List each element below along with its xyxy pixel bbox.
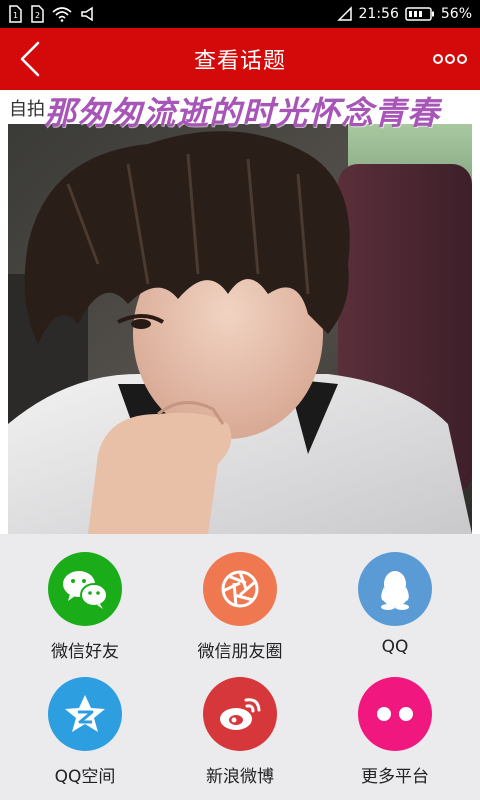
signal-icon xyxy=(336,6,353,22)
more-options-button[interactable] xyxy=(432,44,468,74)
app-header: 查看话题 xyxy=(0,28,480,90)
topic-photo[interactable] xyxy=(8,124,472,534)
sim-card-icon: 1 xyxy=(8,5,22,23)
share-panel: 微信好友 微信朋友圈 QQ QQ空间 新浪微博 更多平台 xyxy=(0,534,480,800)
wechat-moments-icon xyxy=(203,552,277,626)
chevron-left-icon xyxy=(20,41,40,77)
sim-card-2-icon: 2 xyxy=(30,5,44,23)
qq-icon xyxy=(358,552,432,626)
wechat-icon xyxy=(48,552,122,626)
share-label: 更多平台 xyxy=(361,767,429,787)
topic-content: 自拍 那匆匆流逝的时光怀念青春 xyxy=(0,90,480,534)
weibo-icon xyxy=(203,677,277,751)
page-title: 查看话题 xyxy=(193,49,286,74)
share-weibo[interactable]: 新浪微博 xyxy=(165,659,315,787)
svg-text:2: 2 xyxy=(35,11,40,20)
share-qzone[interactable]: QQ空间 xyxy=(10,659,160,787)
more-platforms-icon xyxy=(358,677,432,751)
share-label: QQ xyxy=(381,637,409,657)
status-system: 21:56 56% xyxy=(336,6,472,22)
share-label: QQ空间 xyxy=(54,767,116,787)
share-label: 新浪微博 xyxy=(206,767,274,787)
share-wechat-friend[interactable]: 微信好友 xyxy=(10,534,160,662)
clock: 21:56 xyxy=(358,6,399,22)
qzone-icon xyxy=(48,677,122,751)
battery-icon xyxy=(405,6,435,22)
share-qq[interactable]: QQ xyxy=(320,534,470,657)
more-dots-icon xyxy=(433,54,467,64)
wifi-icon xyxy=(52,6,72,22)
topic-headline: 那匆匆流逝的时光怀念青春 xyxy=(44,94,441,132)
svg-text:1: 1 xyxy=(13,11,18,20)
screen: 1 2 21:56 56% 查看话题 自拍 那匆匆流逝的时光怀念青春 微信好友 … xyxy=(0,0,480,800)
speaker-icon xyxy=(80,6,98,22)
status-notifications: 1 2 xyxy=(8,5,98,23)
share-more-platforms[interactable]: 更多平台 xyxy=(320,659,470,787)
battery-percent: 56% xyxy=(440,6,472,22)
share-wechat-moments[interactable]: 微信朋友圈 xyxy=(165,534,315,662)
topic-label: 自拍 xyxy=(9,99,45,120)
status-bar: 1 2 21:56 56% xyxy=(0,0,480,28)
back-button[interactable] xyxy=(10,38,50,80)
